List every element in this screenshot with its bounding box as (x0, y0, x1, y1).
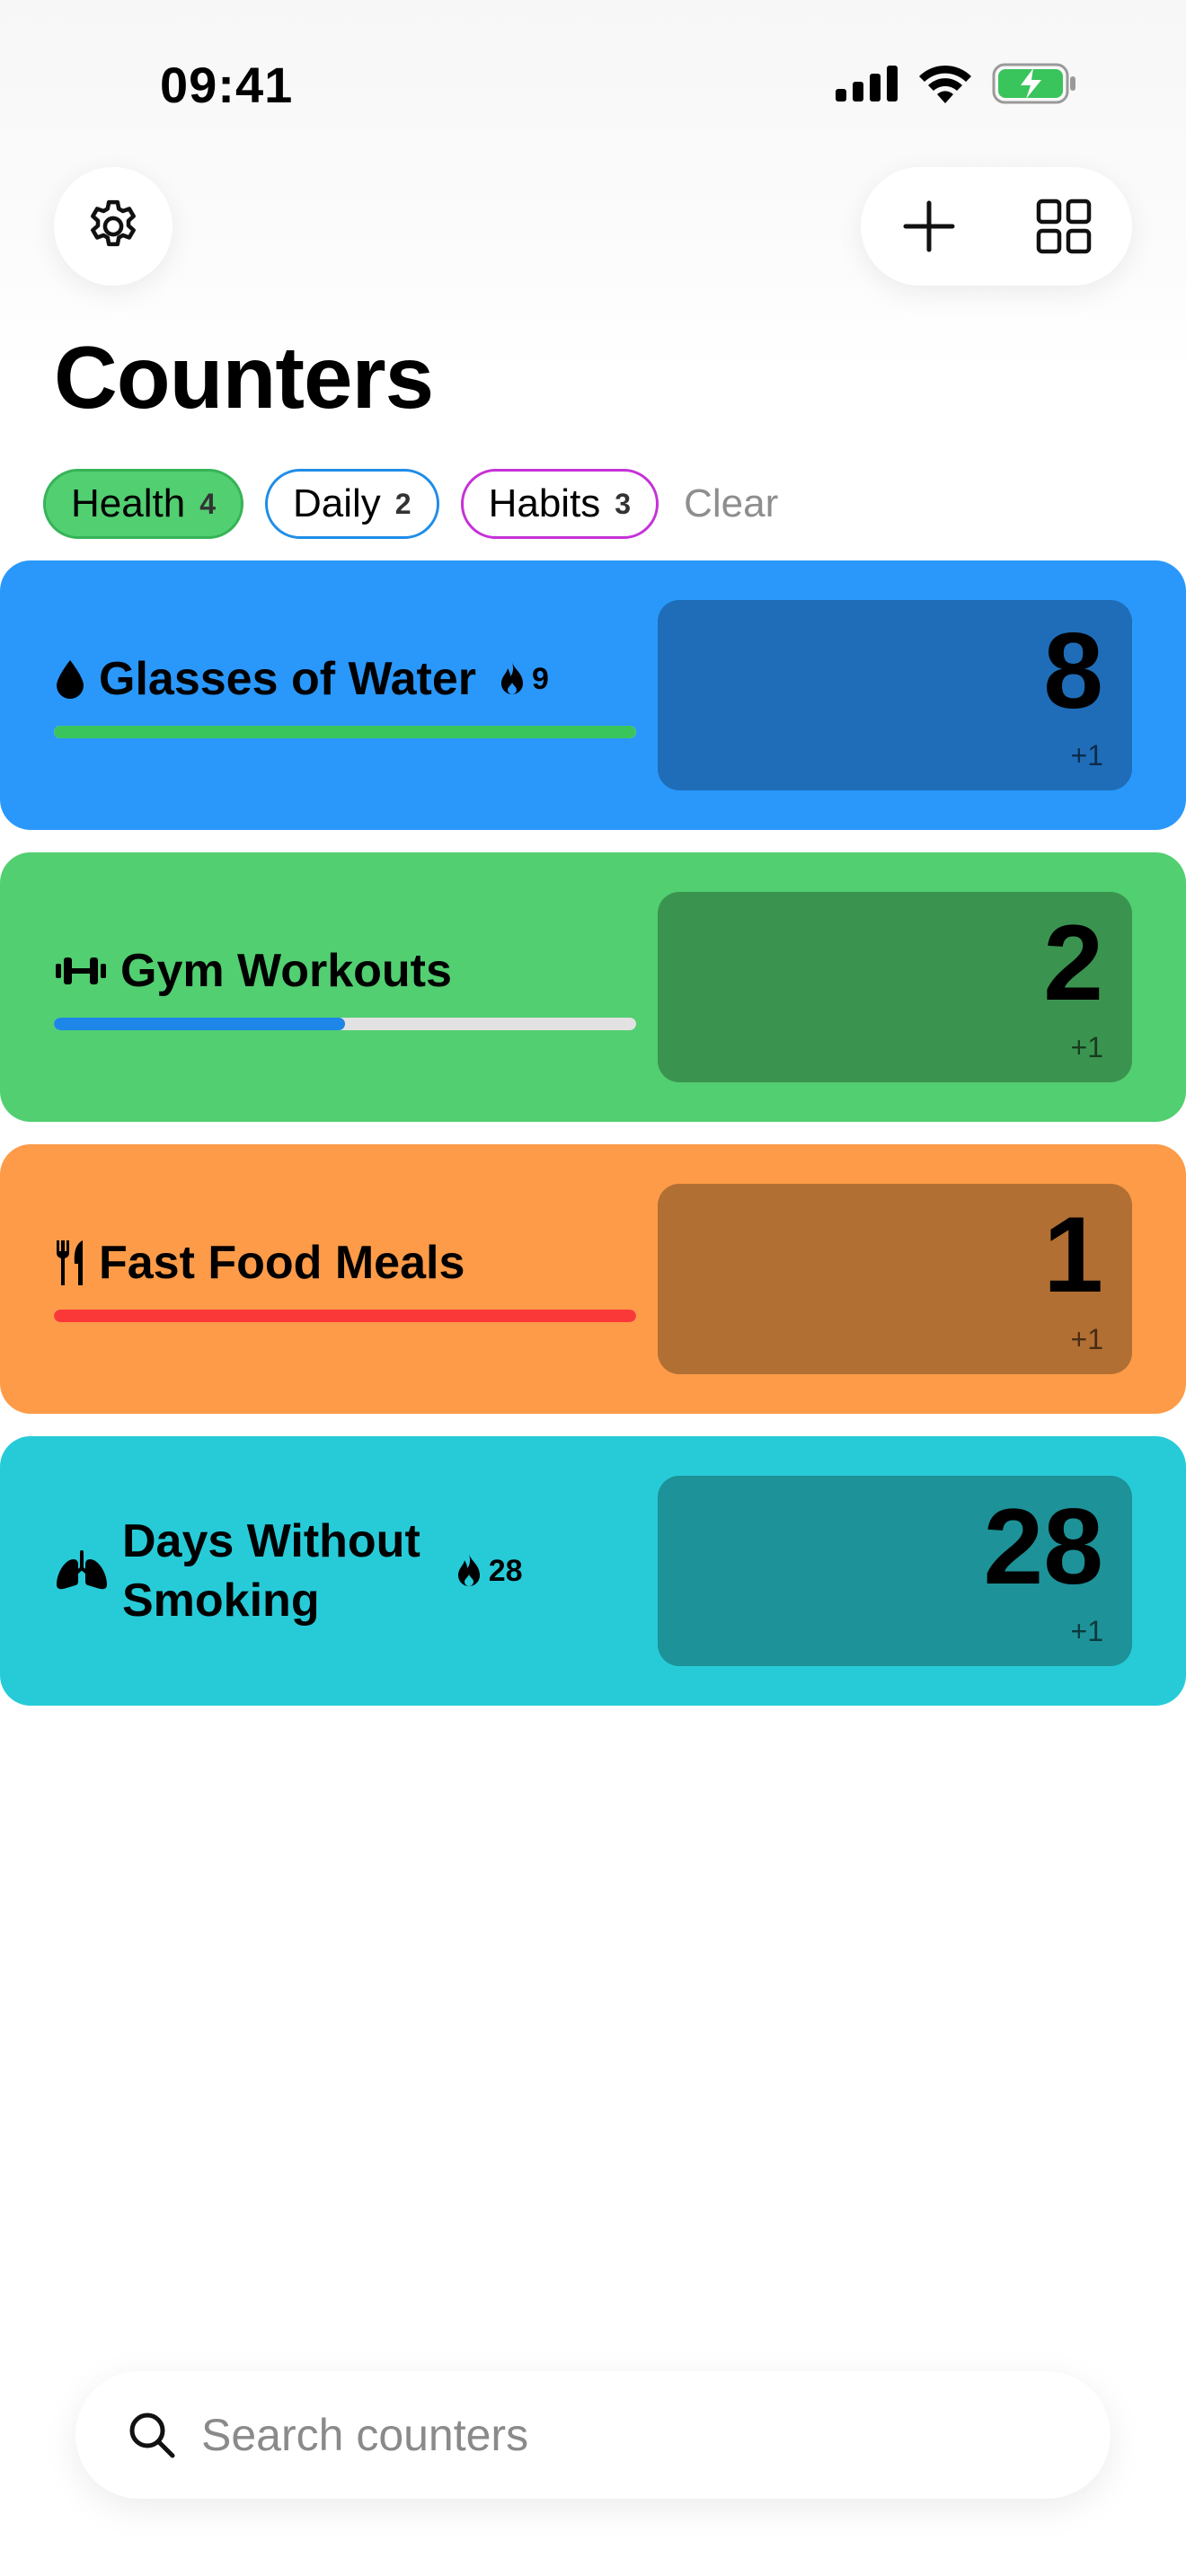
counter-title-row: Glasses of Water 9 (54, 652, 638, 706)
filter-chip-habits[interactable]: Habits 3 (460, 469, 659, 539)
increment-label: +1 (1070, 1615, 1103, 1647)
grid-icon (1036, 198, 1092, 254)
counter-value-box[interactable]: 8 +1 (658, 600, 1132, 790)
wifi-icon (919, 65, 971, 103)
counter-title: Days Without Smoking (122, 1512, 420, 1630)
battery-charging-icon (992, 63, 1075, 104)
chip-label: Daily (292, 481, 381, 525)
cellular-signal-icon (836, 66, 898, 101)
counter-title: Fast Food Meals (99, 1237, 465, 1289)
counter-title-row: Fast Food Meals (54, 1236, 638, 1290)
counter-value: 28 (983, 1486, 1103, 1607)
settings-button[interactable] (54, 167, 173, 286)
progress-fill (54, 726, 636, 738)
counter-value-box[interactable]: 2 +1 (658, 892, 1132, 1082)
chip-label: Health (71, 481, 186, 525)
counter-title-line-1: Days Without (122, 1515, 420, 1567)
fork-knife-icon (56, 1240, 83, 1285)
lungs-icon (57, 1550, 107, 1590)
counter-value: 1 (1043, 1195, 1103, 1315)
counter-title: Gym Workouts (120, 945, 452, 997)
counter-card-water[interactable]: Glasses of Water 9 8 +1 (0, 560, 1186, 830)
progress-fill (54, 1018, 345, 1030)
counter-value-box[interactable]: 28 +1 (658, 1476, 1132, 1666)
search-icon (129, 2413, 175, 2458)
plus-icon (903, 200, 955, 252)
counter-title: Glasses of Water (99, 653, 477, 705)
filter-chip-daily[interactable]: Daily 2 (264, 469, 439, 539)
progress-bar (54, 1310, 636, 1322)
counter-card-no-smoking[interactable]: Days Without Smoking 28 28 +1 (0, 1436, 1186, 1706)
counter-title-row: Gym Workouts (54, 944, 638, 998)
gear-icon (91, 199, 136, 247)
status-icons (836, 63, 1078, 104)
increment-label: +1 (1070, 1323, 1103, 1355)
search-input[interactable] (199, 2408, 1012, 2462)
counter-info: Fast Food Meals (54, 1144, 638, 1414)
streak-count: 28 (488, 1553, 523, 1588)
chip-label: Habits (488, 481, 601, 525)
clear-filters-button[interactable]: Clear (680, 481, 778, 526)
chip-count: 3 (615, 487, 632, 520)
progress-fill (54, 1310, 636, 1322)
page-title: Counters (54, 328, 434, 427)
search-bar[interactable] (75, 2371, 1111, 2499)
flame-icon (457, 1554, 480, 1586)
header-actions (861, 167, 1132, 286)
water-drop-icon (57, 660, 84, 699)
counter-info: Glasses of Water 9 (54, 560, 638, 830)
counter-title-row: Days Without Smoking 28 (54, 1512, 638, 1630)
counter-info: Gym Workouts (54, 852, 638, 1122)
dumbbell-icon (56, 957, 106, 984)
increment-label: +1 (1070, 739, 1103, 772)
streak-badge: 28 (455, 1553, 523, 1589)
counter-title-line-2: Smoking (122, 1575, 320, 1627)
counter-info: Days Without Smoking 28 (54, 1436, 638, 1706)
counter-card-gym[interactable]: Gym Workouts 2 +1 (0, 852, 1186, 1122)
status-time: 09:41 (160, 57, 294, 113)
filter-chips: Health 4 Daily 2 Habits 3 Clear (43, 469, 778, 539)
counter-value: 8 (1043, 611, 1103, 731)
status-bar: 09:41 (0, 0, 1186, 171)
streak-badge: 9 (498, 661, 549, 697)
increment-label: +1 (1070, 1031, 1103, 1063)
grid-view-button[interactable] (996, 167, 1131, 286)
counter-value: 2 (1043, 903, 1103, 1023)
streak-count: 9 (532, 661, 549, 696)
counter-card-fast-food[interactable]: Fast Food Meals 1 +1 (0, 1144, 1186, 1414)
chip-count: 4 (199, 487, 216, 520)
chip-count: 2 (394, 487, 412, 520)
progress-bar (54, 726, 636, 738)
flame-icon (501, 662, 524, 694)
filter-chip-health[interactable]: Health 4 (43, 469, 243, 539)
counter-value-box[interactable]: 1 +1 (658, 1184, 1132, 1374)
progress-bar (54, 1018, 636, 1030)
add-counter-button[interactable] (862, 167, 996, 286)
